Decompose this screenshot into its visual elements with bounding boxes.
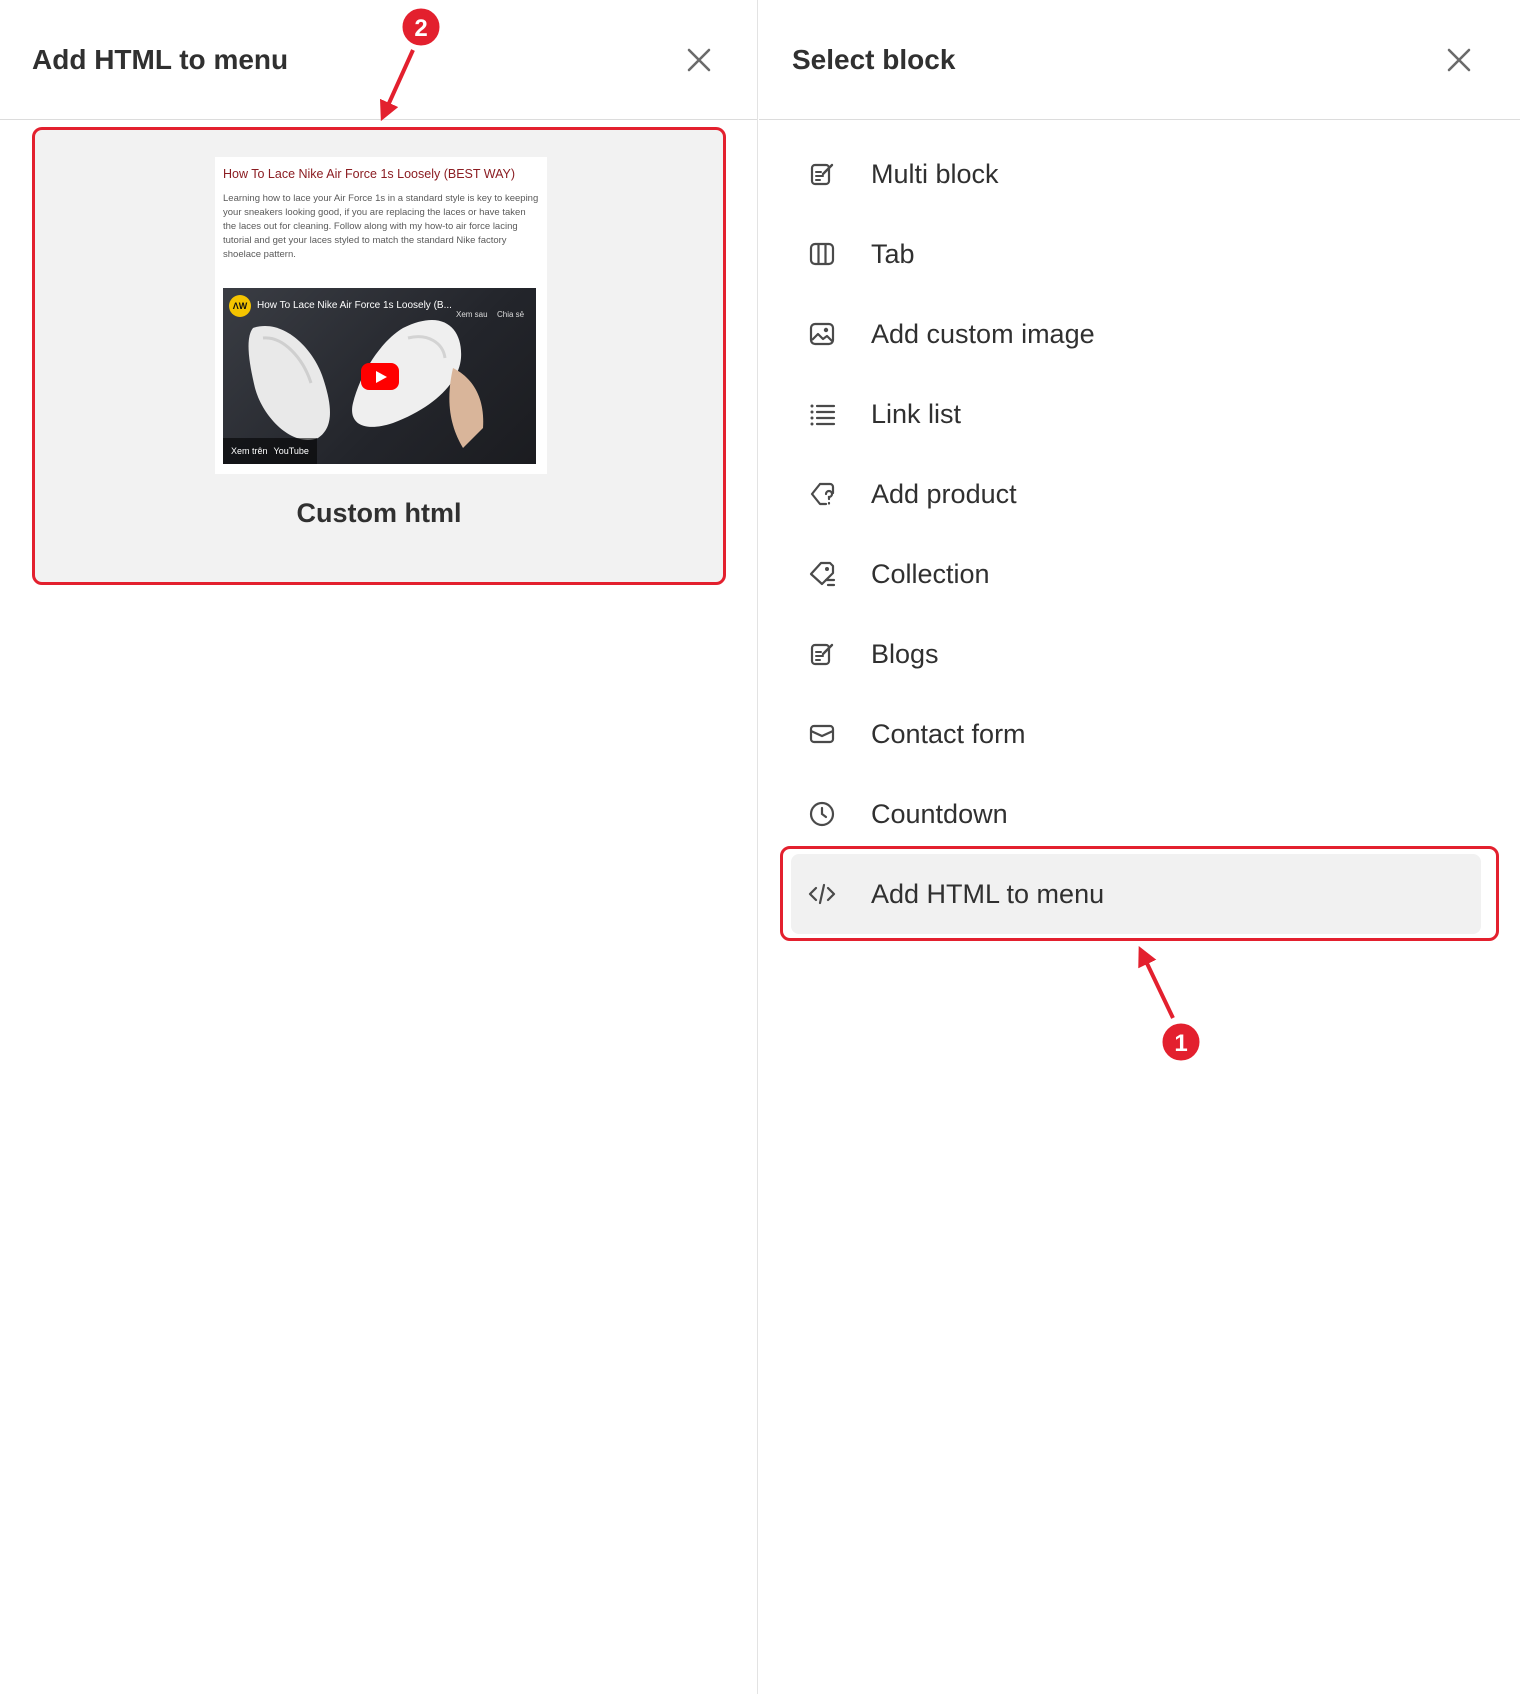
block-item-label: Multi block [871,158,999,189]
product-tag-icon [810,482,835,506]
block-list: Multi block Tab Add custom image Link li… [791,134,1481,934]
panel-header: Add HTML to menu [0,0,757,120]
block-item-contact-form[interactable]: Contact form [791,694,1481,774]
collection-tag-icon [809,561,836,587]
block-item-add-product[interactable]: Add product [791,454,1481,534]
close-icon [1447,48,1471,72]
envelope-icon [809,724,835,744]
custom-html-label: Custom html [296,498,462,528]
block-item-label: Countdown [871,798,1008,829]
watch-on-youtube[interactable]: Xem trên YouTube [223,438,317,464]
channel-avatar: ΛW [229,295,251,317]
block-item-tab[interactable]: Tab [791,214,1481,294]
block-item-link-list[interactable]: Link list [791,374,1481,454]
block-item-add-custom-image[interactable]: Add custom image [791,294,1481,374]
edit-note-icon [810,163,834,186]
share-label[interactable]: Chia sẻ [497,310,524,319]
custom-html-card[interactable]: How To Lace Nike Air Force 1s Loosely (B… [32,127,726,585]
video-title: How To Lace Nike Air Force 1s Loosely (B… [257,300,452,311]
block-item-label: Add product [871,478,1017,509]
watch-later-label[interactable]: Xem sau [456,310,488,319]
image-icon [809,322,835,346]
watch-on-label: Xem trên [231,446,268,456]
edit-note-icon [810,643,834,666]
block-item-label: Tab [871,238,915,269]
list-icon [810,404,836,426]
block-item-label: Contact form [871,718,1026,749]
add-html-panel: Add HTML to menu How To Lace Nike Air Fo… [0,0,758,1694]
selected-item-highlight [780,846,1499,941]
block-item-label: Link list [871,398,962,429]
block-item-label: Add custom image [871,318,1095,349]
block-item-collection[interactable]: Collection [791,534,1481,614]
columns-icon [809,242,835,266]
youtube-logo: YouTube [273,446,309,456]
panel-header: Select block [759,0,1520,120]
block-item-countdown[interactable]: Countdown [791,774,1481,854]
close-panel-button[interactable] [683,44,715,76]
close-panel-button[interactable] [1443,44,1475,76]
youtube-embed[interactable]: ΛW How To Lace Nike Air Force 1s Loosely… [223,288,536,464]
panel-title: Add HTML to menu [32,44,289,75]
custom-html-preview: How To Lace Nike Air Force 1s Loosely (B… [215,157,547,474]
clock-icon [809,801,835,827]
block-item-label: Blogs [871,638,939,669]
block-item-label: Collection [871,558,990,589]
preview-heading: How To Lace Nike Air Force 1s Loosely (B… [223,167,516,181]
close-icon [687,48,711,72]
play-button[interactable] [361,363,399,390]
block-item-multi-block[interactable]: Multi block [791,134,1481,214]
preview-body: Learning how to lace your Air Force 1s i… [223,193,539,260]
panel-title: Select block [792,44,956,75]
block-item-blogs[interactable]: Blogs [791,614,1481,694]
